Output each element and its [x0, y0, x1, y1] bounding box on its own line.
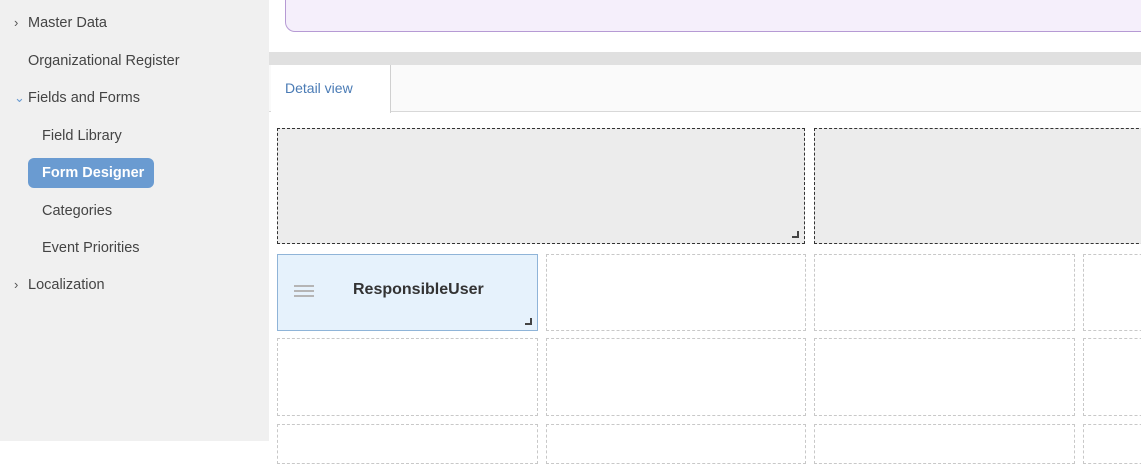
grid-cell[interactable]: [1083, 424, 1141, 464]
nav-label: Field Library: [42, 128, 122, 144]
nav-localization[interactable]: › Localization: [14, 273, 105, 297]
resize-handle-icon[interactable]: [525, 318, 532, 325]
form-field[interactable]: ResponsibleUser: [277, 254, 538, 331]
grid-cell[interactable]: [814, 424, 1075, 464]
nav-fields-and-forms[interactable]: ⌄ Fields and Forms: [14, 86, 140, 110]
field-label: ResponsibleUser: [353, 281, 484, 298]
grid-cell[interactable]: [546, 424, 806, 464]
grid-cell[interactable]: [814, 254, 1075, 331]
chevron-right-icon: ›: [14, 277, 19, 292]
chevron-right-icon: ›: [14, 15, 19, 30]
nav-label: Categories: [42, 203, 113, 219]
nav-event-priorities[interactable]: Event Priorities: [42, 236, 140, 260]
layout-panel[interactable]: [277, 128, 805, 244]
grid-cell[interactable]: [546, 254, 806, 331]
resize-handle-icon[interactable]: [792, 231, 799, 238]
grid-cell[interactable]: [1083, 254, 1141, 331]
sidebar: › Master Data Organizational Register ⌄ Fi…: [0, 0, 269, 441]
grid-cell[interactable]: [1083, 338, 1141, 416]
drag-handle-icon[interactable]: [294, 285, 314, 297]
tab-strip: [269, 65, 1141, 112]
nav-master-data[interactable]: › Master Data: [14, 11, 107, 35]
nav-label: Form Designer: [42, 165, 145, 181]
nav-label: Fields and Forms: [28, 90, 141, 106]
grid-cell[interactable]: [814, 338, 1075, 416]
layout-panel[interactable]: [814, 128, 1141, 244]
form-canvas: ResponsibleUser: [269, 113, 1141, 464]
nav-categories[interactable]: Categories: [42, 199, 112, 223]
info-box: [285, 0, 1141, 32]
nav-label: Event Priorities: [42, 240, 140, 256]
nav-organizational-register[interactable]: Organizational Register: [28, 49, 180, 73]
nav-label: Localization: [28, 277, 105, 293]
chevron-down-icon: ⌄: [14, 90, 25, 105]
grid-cell[interactable]: [277, 338, 538, 416]
nav-form-designer[interactable]: Form Designer: [28, 158, 155, 188]
nav-label: Master Data: [28, 15, 107, 31]
divider-band: [269, 52, 1141, 65]
grid-cell[interactable]: [546, 338, 806, 416]
tab-detail-view[interactable]: Detail view: [271, 65, 391, 113]
grid-cell[interactable]: [277, 424, 538, 464]
nav-field-library[interactable]: Field Library: [42, 124, 122, 148]
main-content: Detail view ResponsibleUser: [269, 0, 1141, 464]
nav-label: Organizational Register: [28, 53, 180, 69]
